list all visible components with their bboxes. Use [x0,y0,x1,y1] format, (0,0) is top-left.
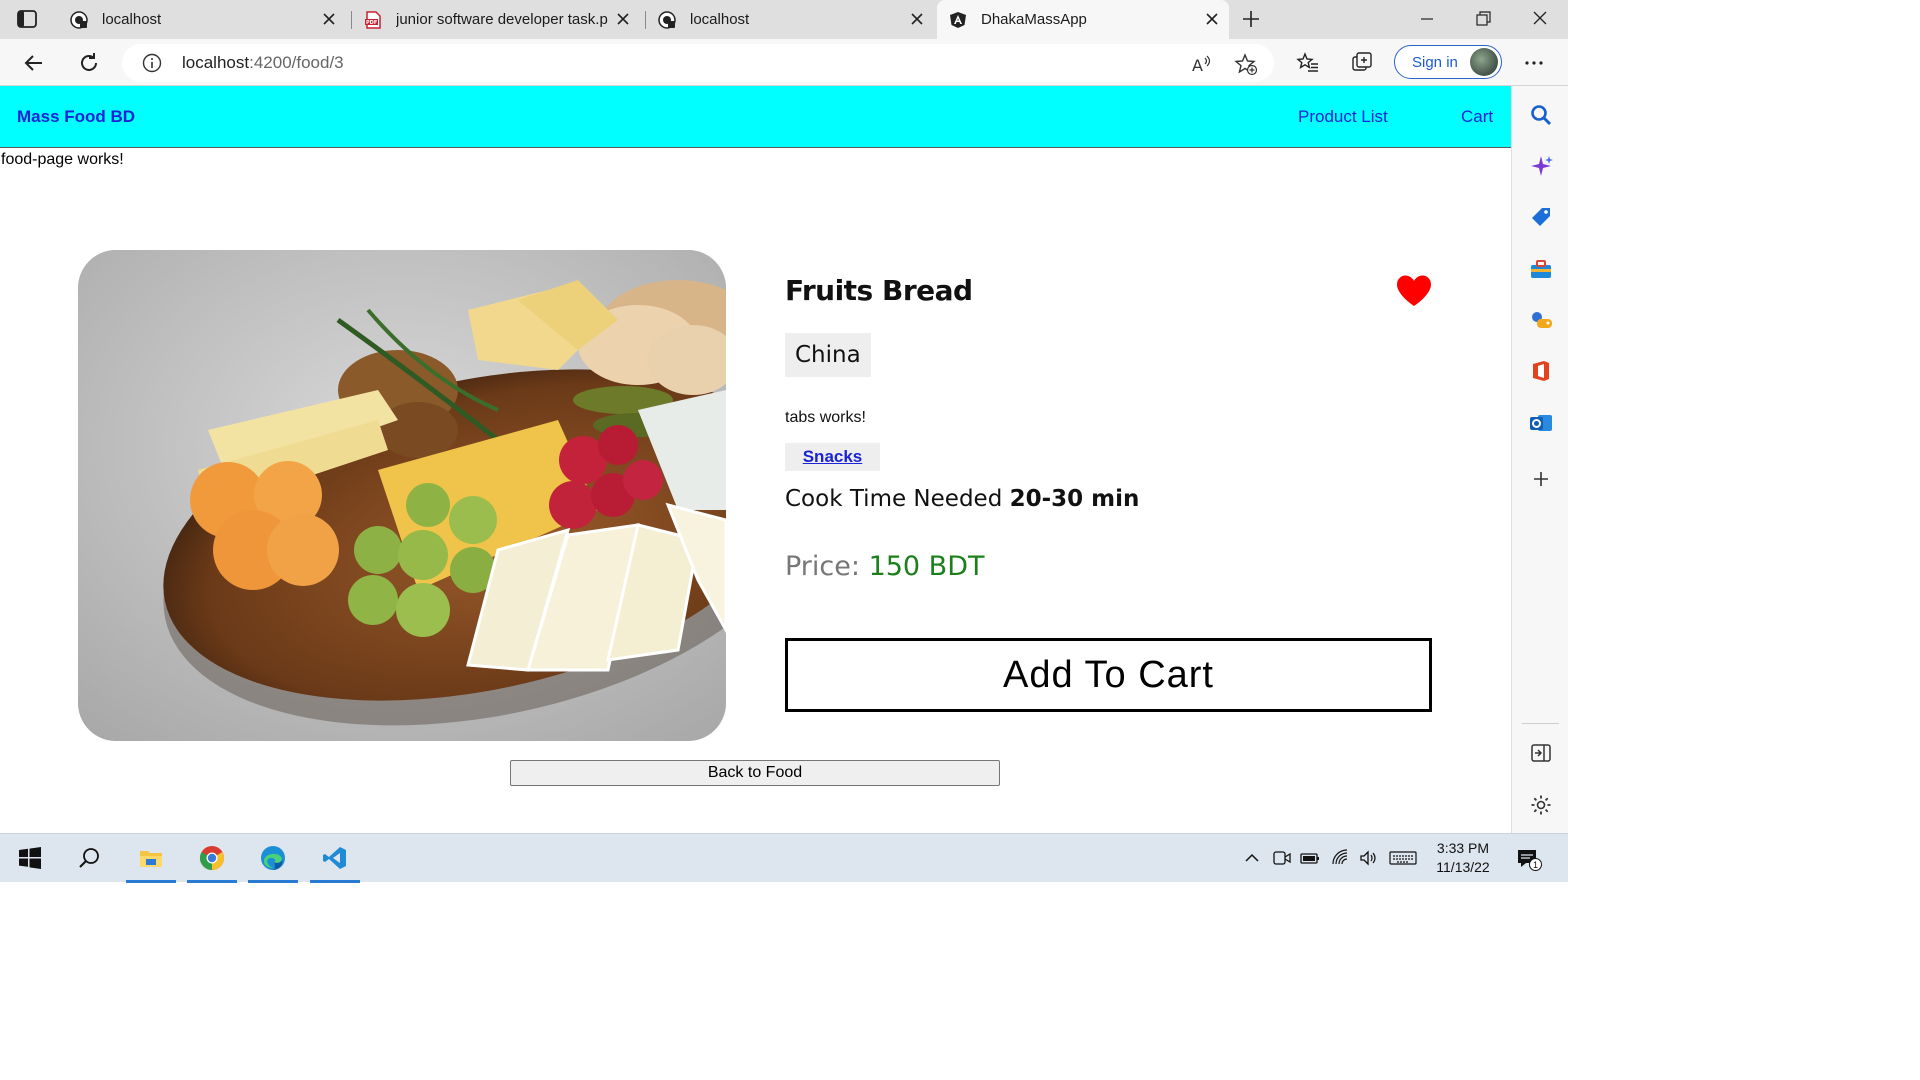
add-sidebar-app-icon[interactable] [1529,467,1553,491]
app-navbar: Mass Food BD Product List Cart [0,86,1511,148]
web-page: Mass Food BD Product List Cart food-page… [0,86,1511,833]
volume-icon[interactable] [1359,849,1379,867]
close-tab-icon[interactable] [320,10,338,28]
food-name: Fruits Bread [785,274,973,307]
food-image [78,250,726,741]
tab-localhost-1[interactable]: localhost [58,0,346,39]
windows-start-icon[interactable] [17,845,43,871]
address-bar[interactable]: localhost:4200/food/3 A [122,44,1274,82]
system-clock[interactable]: 3:33 PM 11/13/22 [1418,839,1508,877]
shopping-tag-icon[interactable] [1529,205,1553,229]
add-to-cart-button[interactable]: Add To Cart [785,638,1432,712]
show-hidden-icons-icon[interactable] [1242,849,1262,867]
info-icon[interactable] [142,53,162,73]
close-tab-icon[interactable] [908,10,926,28]
file-explorer-indicator [126,880,176,883]
edge-indicator [248,880,298,883]
tab-title: localhost [690,11,750,28]
url-path: :4200/food/3 [249,53,344,72]
read-aloud-icon[interactable]: A [1190,52,1214,76]
sign-in-button[interactable]: Sign in [1394,45,1502,79]
back-to-food-button[interactable]: Back to Food [510,760,1000,786]
more-menu-icon[interactable] [1522,51,1546,75]
vscode-icon[interactable] [322,845,348,871]
address-toolbar: localhost:4200/food/3 A Sign in [0,39,1568,86]
copilot-sparkle-icon[interactable] [1529,154,1553,178]
product-list-link[interactable]: Product List [1298,107,1388,127]
sign-in-label: Sign in [1412,54,1458,71]
cook-time-value: 20-30 min [1009,486,1140,512]
github-icon [658,10,676,29]
profile-avatar [1470,48,1498,76]
tabs-works-text: tabs works! [785,409,866,426]
taskbar-search-icon[interactable] [77,845,103,871]
tab-pdf[interactable]: PDF junior software developer task.pdf [352,0,640,39]
price-value: 150 BDT [868,551,985,582]
chrome-icon[interactable] [199,845,225,871]
github-icon [70,10,88,29]
vscode-indicator [310,880,360,883]
tab-actions-icon[interactable] [16,9,38,29]
tab-title: DhakaMassApp [981,11,1087,28]
brand-link[interactable]: Mass Food BD [17,107,135,127]
angular-icon [949,11,967,29]
tag-snacks[interactable]: Snacks [785,443,880,471]
tab-dhakamassapp[interactable]: DhakaMassApp [937,0,1229,39]
games-icon[interactable] [1529,308,1553,332]
minimize-icon[interactable] [1416,9,1438,29]
keyboard-icon[interactable] [1389,849,1417,867]
favorites-icon[interactable] [1296,51,1320,75]
tag-link[interactable]: Snacks [803,447,863,466]
battery-icon[interactable] [1300,849,1320,867]
notification-count: 1 [1529,858,1542,871]
back-arrow-icon[interactable] [22,51,46,75]
collections-icon[interactable] [1350,51,1374,75]
tab-title: localhost [102,11,162,28]
clock-date: 11/13/22 [1436,859,1490,875]
favorite-heart-icon[interactable] [1395,274,1433,308]
clock-time: 3:33 PM [1436,840,1490,856]
cart-link[interactable]: Cart [1461,107,1493,127]
tab-strip: localhost PDF junior software developer … [0,0,1568,39]
svg-text:PDF: PDF [366,20,377,26]
new-tab-icon[interactable] [1240,8,1262,30]
close-window-icon[interactable] [1529,9,1551,29]
outlook-icon[interactable] [1529,411,1553,435]
cook-time-label: Cook Time Needed [785,486,1003,512]
tab-localhost-2[interactable]: localhost [646,0,934,39]
tools-icon[interactable] [1529,257,1553,281]
edge-sidebar [1511,86,1568,833]
sidebar-divider [1522,723,1559,724]
notification-center[interactable]: 1 [1516,847,1542,871]
add-favorite-icon[interactable] [1234,52,1258,76]
restore-icon[interactable] [1472,9,1494,29]
url-host: localhost [182,53,250,72]
office-icon[interactable] [1529,359,1553,383]
hide-sidebar-icon[interactable] [1529,741,1553,765]
page-works-text: food-page works! [1,151,124,168]
settings-gear-icon[interactable] [1529,793,1553,817]
cook-time: Cook Time Needed 20-30 min [785,486,1139,512]
refresh-icon[interactable] [77,51,101,75]
url-text[interactable]: localhost:4200/food/3 [182,53,344,73]
wifi-icon[interactable] [1331,849,1351,867]
pdf-icon: PDF [364,10,382,29]
meet-now-icon[interactable] [1272,849,1292,867]
chrome-indicator [187,880,237,883]
svg-text:A: A [1192,56,1203,75]
edge-browser-icon[interactable] [260,845,286,871]
origin-badge: China [785,333,871,377]
price: Price: 150 BDT [785,551,985,582]
search-icon[interactable] [1529,103,1553,127]
close-tab-icon[interactable] [1203,10,1221,28]
windows-taskbar: 3:33 PM 11/13/22 1 [0,833,1568,883]
tab-title: junior software developer task.pdf [396,11,608,28]
price-label: Price: [785,551,860,582]
file-explorer-icon[interactable] [138,845,164,871]
close-tab-icon[interactable] [614,10,632,28]
